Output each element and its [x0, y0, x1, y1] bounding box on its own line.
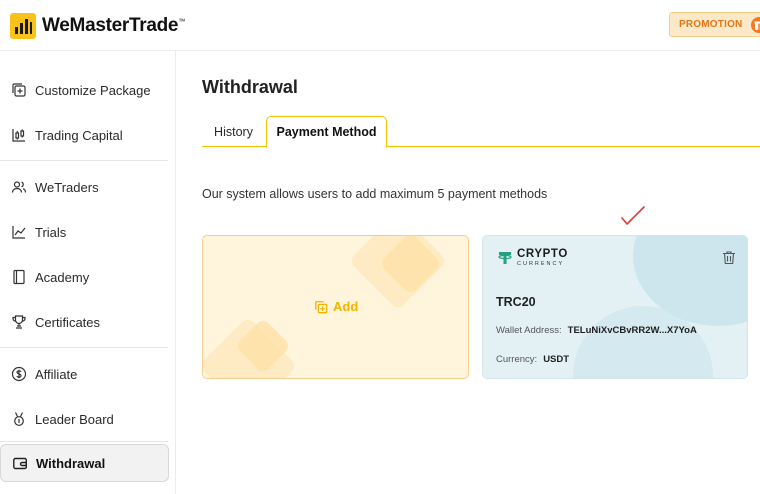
network-name: TRC20 — [496, 295, 536, 309]
gift-icon — [751, 16, 760, 33]
add-label: Add — [333, 299, 359, 314]
trophy-icon — [12, 315, 26, 329]
currency-label: Currency: — [496, 354, 538, 365]
brand-top-text: CRYPTO — [517, 248, 568, 260]
crypto-currency-brand: CRYPTO CURRENCY — [497, 248, 568, 267]
sidebar-item-label: Withdrawal — [36, 455, 106, 471]
checkmark-annotation-icon — [621, 206, 645, 225]
sidebar-item-label: Trading Capital — [35, 127, 123, 143]
sidebar-item-label: Trials — [35, 224, 67, 240]
sidebar-item-certificates[interactable]: Certificates — [0, 303, 169, 341]
sidebar-divider — [0, 347, 168, 348]
brand-name: WeMasterTrade™ — [42, 15, 185, 36]
candlestick-icon — [12, 129, 25, 142]
currency-value: USDT — [543, 354, 570, 365]
payment-methods-info: Our system allows users to add maximum 5… — [202, 187, 548, 201]
sidebar-item-customize-package[interactable]: Customize Package — [0, 71, 169, 109]
sidebar: Customize Package Trading Capital WeTrad… — [0, 51, 176, 494]
line-chart-icon — [12, 226, 26, 239]
wallet-address-value: TELuNiXvCBvRR2W...X7YoA — [567, 325, 697, 336]
sidebar-item-label: WeTraders — [35, 179, 99, 195]
add-copy-icon — [315, 300, 328, 313]
sidebar-item-leader-board[interactable]: Leader Board — [0, 400, 169, 438]
book-icon — [13, 269, 25, 285]
tab-payment-method[interactable]: Payment Method — [266, 116, 387, 148]
sidebar-item-label: Leader Board — [35, 411, 114, 427]
sidebar-divider — [0, 441, 168, 442]
wallet-address-row: Wallet Address: TELuNiXvCBvRR2W...X7YoA — [496, 325, 697, 336]
users-icon — [11, 181, 27, 193]
wallet-address-label: Wallet Address: — [496, 325, 562, 336]
sidebar-divider — [0, 160, 168, 161]
sidebar-item-wetraders[interactable]: WeTraders — [0, 168, 169, 206]
sidebar-item-withdrawal[interactable]: Withdrawal — [0, 444, 169, 482]
add-button[interactable]: Add — [314, 299, 358, 314]
dollar-icon — [11, 366, 27, 382]
sidebar-item-trials[interactable]: Trials — [0, 213, 169, 251]
promotion-label: PROMOTION — [679, 19, 743, 30]
wallet-icon — [13, 457, 27, 470]
brand-bottom-text: CURRENCY — [517, 260, 565, 267]
currency-row: Currency: USDT — [496, 354, 569, 365]
sidebar-item-trading-capital[interactable]: Trading Capital — [0, 116, 169, 154]
sidebar-item-label: Customize Package — [35, 82, 151, 98]
top-header: WeMasterTrade™ PROMOTION — [0, 0, 760, 51]
promotion-button[interactable]: PROMOTION — [669, 12, 760, 37]
customize-icon — [12, 83, 26, 97]
sidebar-item-academy[interactable]: Academy — [0, 258, 169, 296]
logo[interactable]: WeMasterTrade™ — [10, 13, 185, 39]
medal-icon — [14, 412, 24, 426]
tab-history[interactable]: History — [202, 116, 265, 147]
logo-mark-icon — [10, 13, 36, 39]
add-payment-method-card[interactable]: Add — [202, 235, 469, 379]
sidebar-item-label: Certificates — [35, 314, 101, 330]
sidebar-item-label: Affiliate — [35, 366, 78, 382]
sidebar-item-label: Academy — [35, 269, 90, 285]
tether-icon — [498, 252, 512, 264]
sidebar-item-affiliate[interactable]: Affiliate — [0, 355, 169, 393]
trash-icon[interactable] — [722, 250, 736, 265]
page-title: Withdrawal — [202, 77, 298, 97]
payment-method-card: CRYPTO CURRENCY TRC20 Wallet Address: TEL… — [482, 235, 748, 379]
